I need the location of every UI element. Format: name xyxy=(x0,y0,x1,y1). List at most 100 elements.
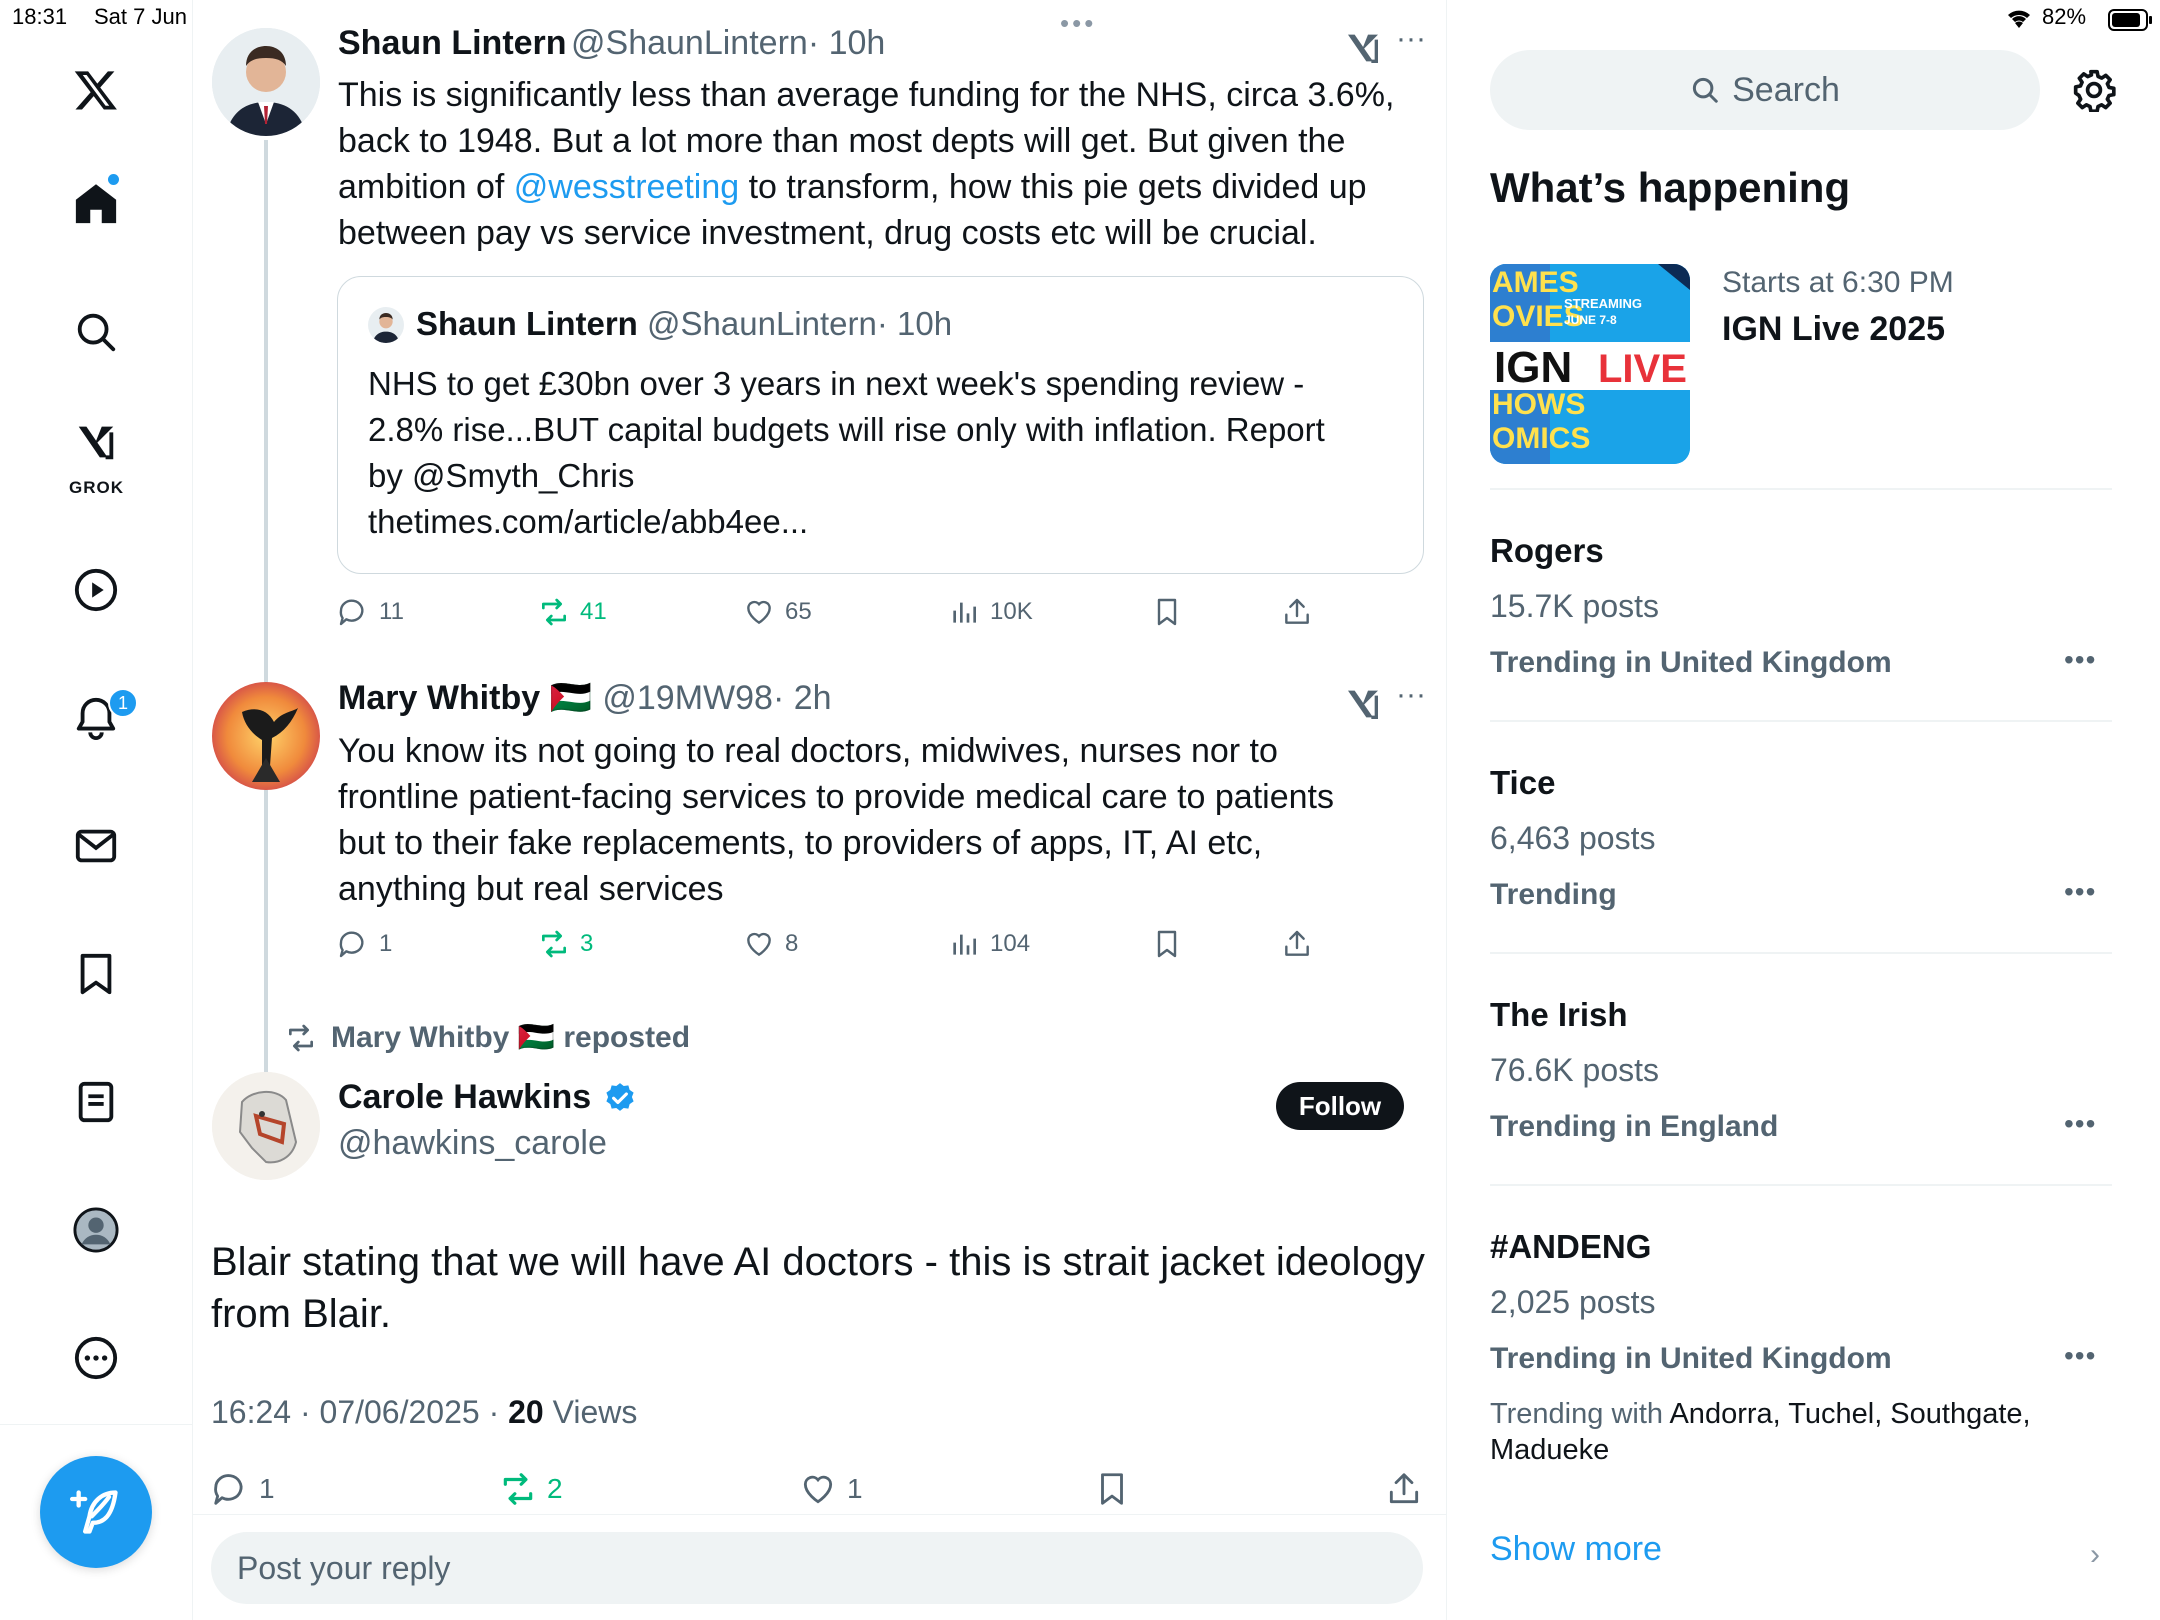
tweet-more-icon[interactable]: ··· xyxy=(1396,678,1426,712)
timestamp[interactable]: 16:24 · 07/06/2025 · xyxy=(211,1394,508,1430)
repost-button[interactable]: 3 xyxy=(538,928,593,960)
reply-count: 1 xyxy=(379,930,393,957)
repost-button[interactable]: 2 xyxy=(499,1470,563,1508)
avatar[interactable] xyxy=(212,28,320,136)
trend-count: 15.7K posts xyxy=(1490,588,1659,624)
bookmark-icon xyxy=(1157,930,1177,958)
svg-text:JUNE 7-8: JUNE 7-8 xyxy=(1564,313,1617,327)
trend-name[interactable]: Tice xyxy=(1490,764,1555,802)
like-button[interactable]: 65 xyxy=(743,596,812,628)
left-nav: GROK 1 xyxy=(0,0,193,1620)
grok-explain-icon[interactable] xyxy=(1343,684,1383,724)
profile-icon[interactable] xyxy=(60,1194,132,1266)
compose-button[interactable] xyxy=(40,1456,152,1568)
home-icon[interactable] xyxy=(60,168,132,240)
repost-button[interactable]: 41 xyxy=(538,596,607,628)
grok-label: GROK xyxy=(69,478,124,497)
svg-text:IGN: IGN xyxy=(1494,343,1572,392)
repost-icon xyxy=(542,598,566,626)
mention-link[interactable]: @wesstreeting xyxy=(514,168,739,206)
event-start-time: Starts at 6:30 PM xyxy=(1722,266,1954,299)
author-name[interactable]: Shaun Lintern xyxy=(338,24,567,62)
wifi-icon xyxy=(2004,6,2034,30)
search-placeholder: Search xyxy=(1732,70,1840,109)
repost-count: 3 xyxy=(580,930,594,957)
show-more-link[interactable]: Show more xyxy=(1490,1530,1662,1569)
share-icon xyxy=(1285,598,1309,624)
trend-name[interactable]: #ANDENG xyxy=(1490,1228,1651,1266)
trend-name[interactable]: The Irish xyxy=(1490,996,1628,1034)
trending-with: Trending with Andorra, Tuchel, Southgate… xyxy=(1490,1398,2031,1466)
trend-count: 2,025 posts xyxy=(1490,1284,1656,1320)
share-button[interactable] xyxy=(1281,928,1313,960)
trend-context: Trending in England xyxy=(1490,1110,1779,1143)
trend-more-icon[interactable]: ••• xyxy=(2064,644,2096,676)
search-icon xyxy=(1693,77,1718,103)
share-icon xyxy=(1285,930,1309,956)
bookmark-button[interactable] xyxy=(1151,928,1183,960)
repost-banner[interactable]: Mary Whitby 🇵🇸 reposted xyxy=(285,1020,690,1055)
bookmark-button[interactable] xyxy=(1151,596,1183,628)
chevron-right-icon[interactable]: › xyxy=(2090,1538,2100,1572)
x-logo-icon[interactable] xyxy=(60,54,132,126)
trend-more-icon[interactable]: ••• xyxy=(2064,876,2096,908)
conversation-column: Shaun Lintern @ShaunLintern· 10h ··· Thi… xyxy=(193,0,1447,1620)
views-label: Views xyxy=(543,1394,638,1430)
like-button[interactable]: 1 xyxy=(799,1470,863,1508)
reply-button[interactable]: 11 xyxy=(337,596,404,628)
quoted-time: · 10h xyxy=(876,305,953,342)
event-title[interactable]: IGN Live 2025 xyxy=(1722,310,1945,349)
search-icon[interactable] xyxy=(60,296,132,368)
home-unread-dot xyxy=(108,174,119,185)
post-time[interactable]: · 2h xyxy=(773,679,832,717)
reply-button[interactable]: 1 xyxy=(337,928,392,960)
avatar[interactable] xyxy=(212,1072,320,1180)
reply-icon xyxy=(339,931,364,958)
author-handle[interactable]: @ShaunLintern xyxy=(571,24,808,62)
grok-icon[interactable] xyxy=(60,414,132,470)
feather-plus-icon xyxy=(70,1490,118,1534)
share-button[interactable] xyxy=(1385,1470,1423,1508)
trend-name[interactable]: Rogers xyxy=(1490,532,1604,570)
bookmark-icon xyxy=(1157,598,1177,626)
like-button[interactable]: 8 xyxy=(743,928,798,960)
focus-author[interactable]: Carole Hawkins xyxy=(338,1078,637,1117)
reply-button[interactable]: 1 xyxy=(211,1470,275,1508)
quoted-tweet[interactable]: Shaun Lintern @ShaunLintern· 10h NHS to … xyxy=(337,276,1424,574)
search-input[interactable]: Search xyxy=(1490,50,2040,130)
tweet-text: You know its not going to real doctors, … xyxy=(338,732,1334,908)
share-button[interactable] xyxy=(1281,596,1313,628)
tweet-header: Mary Whitby 🇵🇸 @19MW98· 2h xyxy=(338,678,832,718)
follow-button[interactable]: Follow xyxy=(1276,1082,1404,1130)
event-thumbnail[interactable]: AMES OVIES HOWS OMICS IGN LIVE STREAMING… xyxy=(1490,264,1690,464)
post-time[interactable]: · 10h xyxy=(808,24,886,62)
quoted-avatar xyxy=(368,307,404,343)
trend-more-icon[interactable]: ••• xyxy=(2064,1340,2096,1372)
views-button[interactable]: 10K xyxy=(948,596,1033,628)
grok-explain-icon[interactable] xyxy=(1343,28,1383,68)
views-button[interactable]: 104 xyxy=(948,928,1030,960)
messages-icon[interactable] xyxy=(60,810,132,882)
trend-more-icon[interactable]: ••• xyxy=(2064,1108,2096,1140)
trend-divider xyxy=(1490,1184,2112,1186)
like-count: 8 xyxy=(785,930,799,957)
author-handle[interactable]: @hawkins_carole xyxy=(338,1124,607,1163)
author-name[interactable]: Carole Hawkins xyxy=(338,1078,591,1117)
tweet-more-icon[interactable]: ··· xyxy=(1396,22,1426,56)
bookmark-button[interactable] xyxy=(1093,1470,1131,1508)
repost-icon xyxy=(289,1024,313,1051)
quoted-author-name: Shaun Lintern xyxy=(416,305,638,342)
author-handle[interactable]: @19MW98 xyxy=(602,679,773,717)
video-icon[interactable] xyxy=(60,554,132,626)
quoted-author-handle: @ShaunLintern xyxy=(647,305,877,342)
author-name[interactable]: Mary Whitby 🇵🇸 xyxy=(338,679,592,717)
focus-tweet-text: Blair stating that we will have AI docto… xyxy=(211,1240,1425,1336)
more-icon[interactable] xyxy=(60,1322,132,1394)
trend-count: 76.6K posts xyxy=(1490,1052,1659,1088)
reply-icon xyxy=(339,599,364,626)
lists-icon[interactable] xyxy=(60,1066,132,1138)
reply-input[interactable]: Post your reply xyxy=(211,1532,1423,1604)
avatar[interactable] xyxy=(212,682,320,790)
settings-gear-icon[interactable] xyxy=(2072,68,2116,112)
bookmarks-icon[interactable] xyxy=(60,938,132,1010)
